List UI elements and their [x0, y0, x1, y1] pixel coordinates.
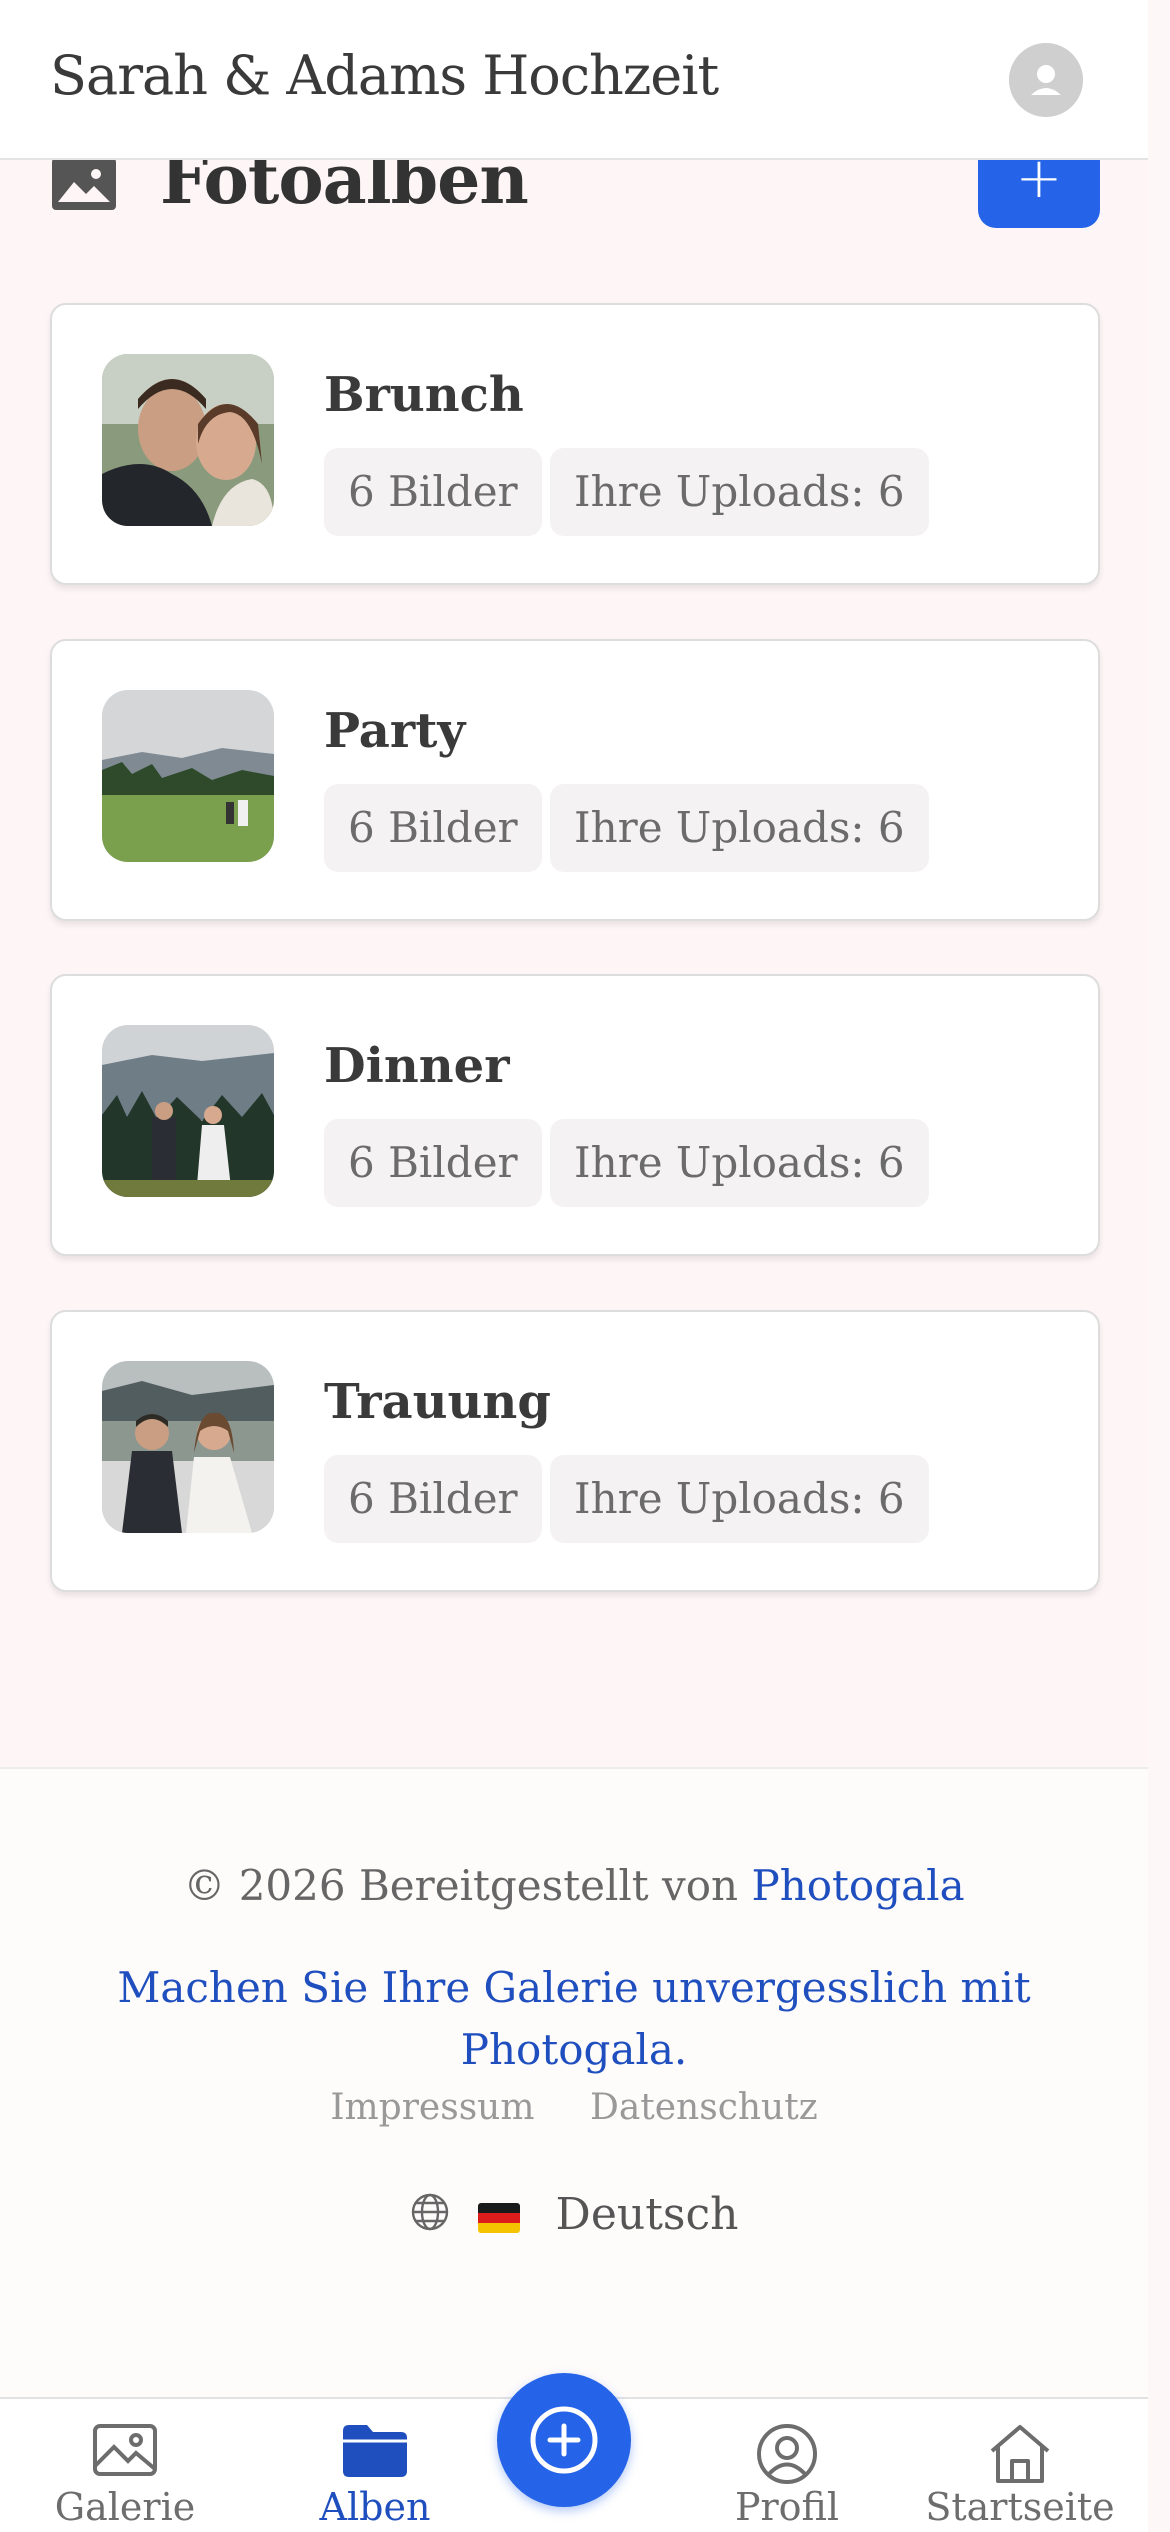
nav-item-galerie[interactable]: Galerie [40, 2399, 210, 2532]
footer-tagline-link[interactable]: Machen Sie Ihre Galerie unvergesslich mi… [100, 1957, 1048, 2081]
album-thumbnail [102, 1361, 274, 1533]
globe-icon [410, 2192, 450, 2243]
user-avatar-icon[interactable] [1009, 43, 1083, 117]
nav-label: Profil [734, 2485, 840, 2529]
nav-item-startseite[interactable]: Startseite [920, 2399, 1120, 2532]
upload-fab-button[interactable] [497, 2373, 631, 2507]
nav-item-alben[interactable]: Alben [290, 2399, 460, 2532]
albums-page: Fotoalben + Brunch 6 Bilder Ihre Uploads… [0, 130, 1148, 1765]
event-title: Sarah & Adams Hochzeit [50, 44, 719, 107]
album-card-trauung[interactable]: Trauung 6 Bilder Ihre Uploads: 6 [50, 1310, 1100, 1592]
album-name: Brunch [324, 367, 524, 423]
page-footer: © 2026 Bereitgestellt von Photogala Mach… [0, 1767, 1148, 2397]
album-uploads-badge: Ihre Uploads: 6 [550, 1455, 929, 1543]
album-uploads-badge: Ihre Uploads: 6 [550, 448, 929, 536]
album-uploads-badge: Ihre Uploads: 6 [550, 1119, 929, 1207]
nav-label: Alben [319, 2485, 431, 2529]
german-flag-icon [477, 2202, 520, 2233]
album-uploads-badge: Ihre Uploads: 6 [550, 784, 929, 872]
album-thumbnail [102, 1025, 274, 1197]
nav-label: Galerie [54, 2485, 196, 2529]
album-name: Trauung [324, 1374, 551, 1430]
language-label: Deutsch [555, 2189, 739, 2240]
image-icon [50, 156, 118, 216]
nav-item-profil[interactable]: Profil [702, 2399, 872, 2532]
album-card-dinner[interactable]: Dinner 6 Bilder Ihre Uploads: 6 [50, 974, 1100, 1256]
gallery-icon [92, 2423, 158, 2486]
impressum-link[interactable]: Impressum [330, 2087, 534, 2128]
album-count-badge: 6 Bilder [324, 1455, 542, 1543]
footer-links: Impressum Datenschutz [0, 2087, 1148, 2128]
profile-icon [756, 2423, 818, 2494]
album-name: Party [324, 703, 466, 759]
album-card-party[interactable]: Party 6 Bilder Ihre Uploads: 6 [50, 639, 1100, 921]
album-count-badge: 6 Bilder [324, 448, 542, 536]
album-thumbnail [102, 690, 274, 862]
copyright-text: © 2026 Bereitgestellt von [183, 1861, 752, 1910]
album-thumbnail [102, 354, 274, 526]
photogala-link[interactable]: Photogala [751, 1861, 964, 1910]
app-header: Sarah & Adams Hochzeit [0, 0, 1148, 160]
album-count-badge: 6 Bilder [324, 784, 542, 872]
folder-icon [341, 2423, 409, 2488]
datenschutz-link[interactable]: Datenschutz [590, 2087, 818, 2128]
footer-copyright: © 2026 Bereitgestellt von Photogala [0, 1861, 1148, 1910]
language-selector[interactable]: Deutsch [0, 2189, 1148, 2243]
home-icon [988, 2423, 1052, 2494]
album-card-brunch[interactable]: Brunch 6 Bilder Ihre Uploads: 6 [50, 303, 1100, 585]
album-name: Dinner [324, 1038, 510, 1094]
nav-label: Startseite [925, 2485, 1115, 2529]
album-count-badge: 6 Bilder [324, 1119, 542, 1207]
